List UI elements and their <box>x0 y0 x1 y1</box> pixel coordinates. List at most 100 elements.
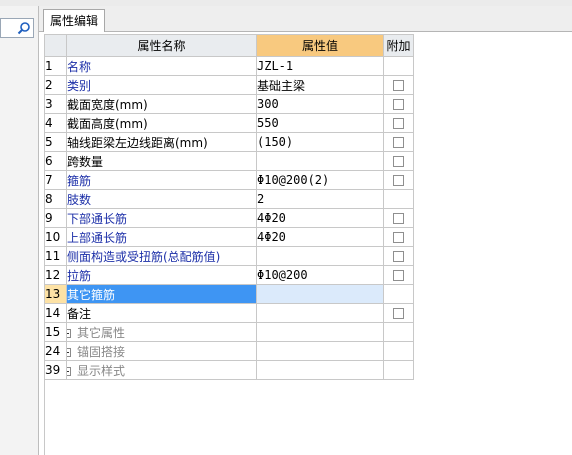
extra-cell[interactable] <box>383 132 414 152</box>
property-value-cell[interactable]: (150) <box>256 132 384 152</box>
row-number[interactable]: 39 <box>44 360 67 380</box>
extra-cell[interactable] <box>383 246 414 266</box>
table-row[interactable]: 1 名称 JZL-1 <box>44 56 414 76</box>
table-row[interactable]: 3 截面宽度(mm) 300 <box>44 94 414 114</box>
extra-checkbox[interactable] <box>393 251 404 262</box>
property-value-cell[interactable] <box>256 341 384 361</box>
row-number[interactable]: 15 <box>44 322 67 342</box>
property-name-cell[interactable]: 侧面构造或受扭筋(总配筋值) <box>66 246 257 266</box>
row-number[interactable]: 13 <box>44 284 67 304</box>
row-number[interactable]: 8 <box>44 189 67 209</box>
extra-cell[interactable] <box>383 170 414 190</box>
property-value-cell[interactable]: 4Φ20 <box>256 227 384 247</box>
table-row[interactable]: 10 上部通长筋 4Φ20 <box>44 227 414 247</box>
search-icon[interactable] <box>17 21 31 35</box>
extra-cell[interactable] <box>383 113 414 133</box>
search-input[interactable] <box>0 18 34 38</box>
property-name-cell[interactable]: 箍筋 <box>66 170 257 190</box>
plus-expand-icon[interactable] <box>67 366 71 376</box>
property-name-label: 拉筋 <box>67 268 92 283</box>
group-name-cell[interactable]: 锚固搭接 <box>66 341 257 361</box>
extra-checkbox[interactable] <box>393 156 404 167</box>
property-name-cell[interactable]: 其它箍筋 <box>66 284 257 304</box>
table-row[interactable]: 7 箍筋 Φ10@200(2) <box>44 170 414 190</box>
row-number[interactable]: 5 <box>44 132 67 152</box>
property-value-cell[interactable]: Φ10@200 <box>256 265 384 285</box>
property-value-cell[interactable] <box>256 303 384 323</box>
extra-checkbox[interactable] <box>393 80 404 91</box>
property-name-cell[interactable]: 名称 <box>66 56 257 76</box>
extra-cell[interactable] <box>383 227 414 247</box>
extra-checkbox[interactable] <box>393 213 404 224</box>
row-number[interactable]: 6 <box>44 151 67 171</box>
property-value-cell[interactable]: 550 <box>256 113 384 133</box>
extra-cell[interactable] <box>383 151 414 171</box>
header-value[interactable]: 属性值 <box>256 34 384 57</box>
table-row[interactable]: 12 拉筋 Φ10@200 <box>44 265 414 285</box>
extra-checkbox[interactable] <box>393 137 404 148</box>
property-value-cell[interactable] <box>256 322 384 342</box>
group-name-cell[interactable]: 其它属性 <box>66 322 257 342</box>
extra-checkbox[interactable] <box>393 175 404 186</box>
property-name-cell[interactable]: 截面高度(mm) <box>66 113 257 133</box>
extra-cell[interactable] <box>383 303 414 323</box>
property-value-cell[interactable] <box>256 151 384 171</box>
extra-cell[interactable] <box>383 208 414 228</box>
table-row[interactable]: 15 其它属性 <box>44 322 414 342</box>
table-row[interactable]: 8 肢数 2 <box>44 189 414 209</box>
extra-checkbox[interactable] <box>393 308 404 319</box>
property-value-cell[interactable]: 基础主梁 <box>256 75 384 95</box>
extra-checkbox[interactable] <box>393 232 404 243</box>
table-row[interactable]: 39 显示样式 <box>44 360 414 380</box>
row-number[interactable]: 24 <box>44 341 67 361</box>
property-name-cell[interactable]: 拉筋 <box>66 265 257 285</box>
group-name-cell[interactable]: 显示样式 <box>66 360 257 380</box>
property-value-cell[interactable] <box>256 246 384 266</box>
row-number[interactable]: 2 <box>44 75 67 95</box>
extra-checkbox[interactable] <box>393 270 404 281</box>
table-row[interactable]: 2 类别 基础主梁 <box>44 75 414 95</box>
property-name-cell[interactable]: 类别 <box>66 75 257 95</box>
property-name-cell[interactable]: 轴线距梁左边线距离(mm) <box>66 132 257 152</box>
property-value-cell[interactable]: JZL-1 <box>256 56 384 76</box>
extra-checkbox[interactable] <box>393 99 404 110</box>
row-number[interactable]: 12 <box>44 265 67 285</box>
row-number[interactable]: 1 <box>44 56 67 76</box>
extra-cell[interactable] <box>383 75 414 95</box>
row-number[interactable]: 4 <box>44 113 67 133</box>
row-number[interactable]: 11 <box>44 246 67 266</box>
table-row[interactable]: 14 备注 <box>44 303 414 323</box>
table-row[interactable]: 6 跨数量 <box>44 151 414 171</box>
property-name-cell[interactable]: 截面宽度(mm) <box>66 94 257 114</box>
header-name[interactable]: 属性名称 <box>66 34 257 57</box>
row-number[interactable]: 7 <box>44 170 67 190</box>
property-value-cell[interactable] <box>256 284 384 304</box>
extra-cell[interactable] <box>383 94 414 114</box>
property-value-cell[interactable]: Φ10@200(2) <box>256 170 384 190</box>
table-row[interactable]: 5 轴线距梁左边线距离(mm) (150) <box>44 132 414 152</box>
row-number[interactable]: 14 <box>44 303 67 323</box>
extra-checkbox[interactable] <box>393 118 404 129</box>
tab-property-editor[interactable]: 属性编辑 <box>43 9 105 32</box>
property-value-cell[interactable]: 4Φ20 <box>256 208 384 228</box>
property-value-cell[interactable]: 2 <box>256 189 384 209</box>
property-name-cell[interactable]: 下部通长筋 <box>66 208 257 228</box>
property-name-cell[interactable]: 肢数 <box>66 189 257 209</box>
header-extra[interactable]: 附加 <box>383 34 414 57</box>
property-name-cell[interactable]: 跨数量 <box>66 151 257 171</box>
property-value-cell[interactable]: 300 <box>256 94 384 114</box>
table-row[interactable]: 13 其它箍筋 <box>44 284 414 304</box>
table-row[interactable]: 24 锚固搭接 <box>44 341 414 361</box>
table-row[interactable]: 9 下部通长筋 4Φ20 <box>44 208 414 228</box>
plus-expand-icon[interactable] <box>67 328 71 338</box>
row-number[interactable]: 9 <box>44 208 67 228</box>
extra-cell[interactable] <box>383 265 414 285</box>
row-number[interactable]: 3 <box>44 94 67 114</box>
plus-expand-icon[interactable] <box>67 347 71 357</box>
table-row[interactable]: 4 截面高度(mm) 550 <box>44 113 414 133</box>
property-value-cell[interactable] <box>256 360 384 380</box>
property-name-cell[interactable]: 上部通长筋 <box>66 227 257 247</box>
row-number[interactable]: 10 <box>44 227 67 247</box>
property-name-cell[interactable]: 备注 <box>66 303 257 323</box>
table-row[interactable]: 11 侧面构造或受扭筋(总配筋值) <box>44 246 414 266</box>
